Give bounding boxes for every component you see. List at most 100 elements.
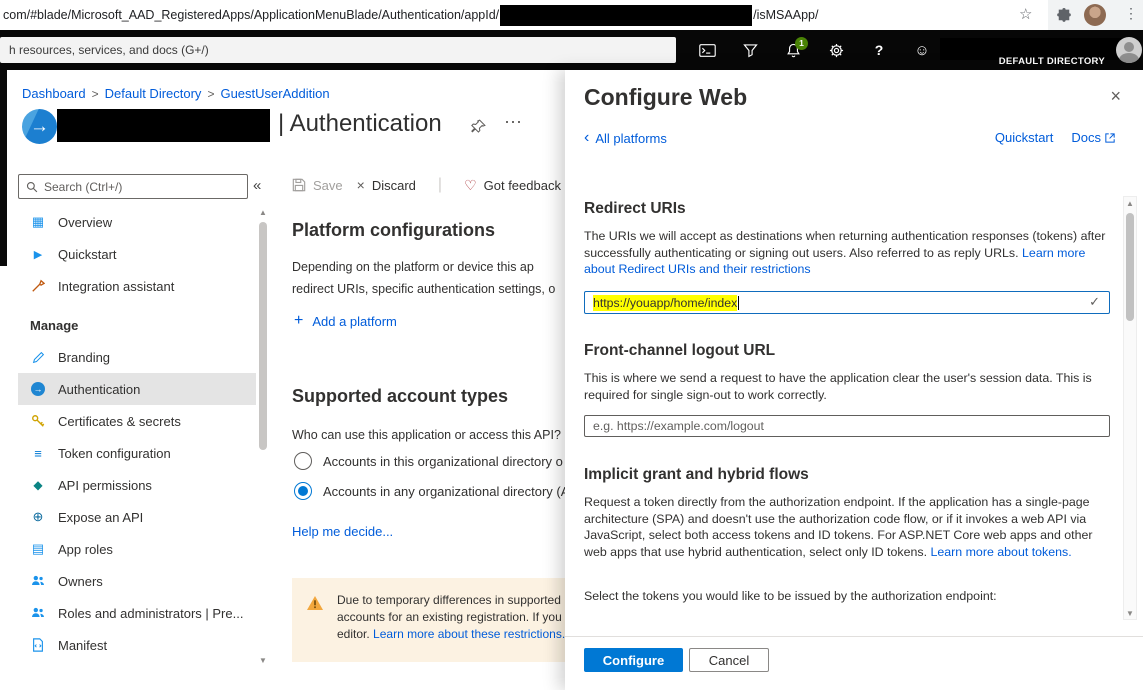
sidebar-item-branding[interactable]: Branding — [18, 341, 256, 373]
radio-icon[interactable] — [294, 482, 312, 500]
more-ellipsis-icon[interactable]: ⋯ — [504, 112, 522, 133]
sidebar-search-input[interactable]: Search (Ctrl+/) — [18, 174, 248, 199]
all-platforms-back-link[interactable]: ‹ All platforms — [584, 130, 667, 146]
sidebar-item-api-permissions[interactable]: ◆API permissions — [18, 469, 256, 501]
sidebar-collapse-button[interactable]: « — [253, 177, 261, 194]
feedback-button[interactable]: ♡ Got feedback — [464, 177, 561, 194]
expose-api-icon: ⊕ — [30, 509, 46, 525]
help-me-decide-link[interactable]: Help me decide... — [292, 524, 393, 539]
redacted-app-id — [500, 5, 752, 26]
plus-icon: + — [294, 312, 303, 330]
redirect-uri-input[interactable]: https://youapp/home/index ✓ — [584, 291, 1110, 314]
breadcrumb: Dashboard > Default Directory > GuestUserAdd… — [22, 86, 330, 101]
integration-assistant-icon — [30, 279, 46, 293]
radio-icon[interactable] — [294, 452, 312, 470]
quickstart-icon: ▶ — [30, 248, 46, 261]
save-button[interactable]: Save — [292, 178, 343, 193]
extensions-puzzle-icon[interactable] — [1057, 8, 1071, 27]
global-search-input[interactable]: h resources, services, and docs (G+/) — [0, 37, 676, 63]
front-channel-description: This is where we send a request to have … — [584, 370, 1108, 403]
scroll-up-icon[interactable]: ▲ — [1124, 197, 1136, 209]
panel-scrollbar[interactable]: ▲ ▼ — [1123, 196, 1137, 620]
sidebar-item-overview[interactable]: ▦Overview — [18, 206, 256, 238]
branding-icon — [30, 351, 46, 364]
breadcrumb-separator: > — [92, 87, 99, 101]
sidebar-item-roles-administrators[interactable]: Roles and administrators | Pre... — [18, 597, 256, 629]
tokens-learn-more-link[interactable]: Learn more about tokens. — [930, 545, 1071, 559]
owners-icon — [30, 574, 46, 588]
bookmark-star-icon[interactable]: ☆ — [1019, 5, 1032, 23]
valid-check-icon: ✓ — [1089, 294, 1100, 310]
overview-icon: ▦ — [30, 214, 46, 230]
command-bar: Save × Discard | ♡ Got feedback — [292, 176, 561, 194]
discard-button[interactable]: × Discard — [357, 177, 416, 193]
breadcrumb-default-directory[interactable]: Default Directory — [105, 86, 202, 101]
certificates-icon — [30, 414, 46, 428]
directories-filter-icon[interactable] — [741, 41, 759, 59]
panel-header-links: Quickstart Docs — [995, 130, 1115, 145]
breadcrumb-separator: > — [207, 87, 214, 101]
account-avatar[interactable] — [1116, 37, 1142, 63]
scroll-up-icon[interactable]: ▲ — [257, 206, 269, 218]
left-edge-redaction — [0, 70, 7, 266]
implicit-grant-description: Request a token directly from the author… — [584, 494, 1108, 560]
quickstart-link[interactable]: Quickstart — [995, 130, 1054, 145]
logout-url-input[interactable] — [584, 415, 1110, 437]
app-logo-icon: → — [22, 109, 57, 144]
page-title: | Authentication — [278, 110, 442, 138]
topbar-icon-group: 1 ? ☺ — [698, 30, 931, 70]
settings-gear-icon[interactable] — [827, 41, 845, 59]
notifications-bell-icon[interactable]: 1 — [784, 41, 802, 59]
scroll-down-icon[interactable]: ▼ — [257, 654, 269, 666]
app-roles-icon: ▤ — [30, 541, 46, 557]
radio-multitenant[interactable]: Accounts in any organizational directory… — [294, 482, 569, 500]
sidebar-item-expose-api[interactable]: ⊕Expose an API — [18, 501, 256, 533]
redacted-app-name — [57, 109, 270, 142]
browser-toolbar: com/#blade/Microsoft_AAD_RegisteredApps/… — [0, 0, 1143, 30]
redirect-uri-value: https://youapp/home/index — [593, 295, 737, 311]
api-permissions-icon: ◆ — [30, 478, 46, 492]
command-separator: | — [438, 176, 442, 194]
radio-single-tenant[interactable]: Accounts in this organizational director… — [294, 452, 563, 470]
scroll-down-icon[interactable]: ▼ — [1124, 607, 1136, 619]
platform-configurations-title: Platform configurations — [292, 220, 495, 241]
panel-scroll-thumb[interactable] — [1126, 213, 1134, 321]
sidebar-item-token-configuration[interactable]: ≡Token configuration — [18, 437, 256, 469]
azure-top-bar: h resources, services, and docs (G+/) 1 … — [0, 30, 1143, 70]
authentication-icon: → — [30, 382, 46, 396]
add-platform-button[interactable]: + Add a platform — [294, 312, 397, 330]
sidebar-menu: ▦Overview▶QuickstartIntegration assistan… — [18, 206, 256, 661]
sidebar-item-owners[interactable]: Owners — [18, 565, 256, 597]
sidebar-scrollbar[interactable]: ▲ ▼ — [257, 206, 269, 666]
configure-web-panel: Configure Web × ‹ All platforms Quicksta… — [565, 70, 1143, 690]
help-icon[interactable]: ? — [870, 41, 888, 59]
docs-link[interactable]: Docs — [1071, 130, 1115, 145]
sidebar-item-integration-assistant[interactable]: Integration assistant — [18, 270, 256, 302]
sidebar-item-quickstart[interactable]: ▶Quickstart — [18, 238, 256, 270]
redirect-uris-description: The URIs we will accept as destinations … — [584, 228, 1108, 278]
browser-profile-avatar[interactable] — [1084, 4, 1106, 26]
manifest-icon — [30, 638, 46, 652]
pin-icon[interactable] — [471, 119, 486, 139]
search-icon — [26, 181, 38, 193]
warning-learn-more-link[interactable]: Learn more about these restrictions. — [373, 627, 565, 641]
browser-address-bar[interactable]: com/#blade/Microsoft_AAD_RegisteredApps/… — [0, 0, 1048, 30]
breadcrumb-dashboard[interactable]: Dashboard — [22, 86, 86, 101]
select-tokens-label: Select the tokens you would like to be i… — [584, 588, 1108, 605]
cancel-button[interactable]: Cancel — [689, 648, 769, 672]
sidebar-scroll-thumb[interactable] — [259, 222, 267, 450]
url-text-prefix: com/#blade/Microsoft_AAD_RegisteredApps/… — [3, 8, 499, 22]
token-configuration-icon: ≡ — [30, 446, 46, 461]
cloud-shell-icon[interactable] — [698, 41, 716, 59]
sidebar-item-certificates[interactable]: Certificates & secrets — [18, 405, 256, 437]
close-icon[interactable]: × — [1110, 86, 1121, 107]
roles-administrators-icon — [30, 606, 46, 620]
sidebar-item-authentication[interactable]: →Authentication — [18, 373, 256, 405]
account-types-question: Who can use this application or access t… — [292, 428, 561, 442]
sidebar-item-manifest[interactable]: Manifest — [18, 629, 256, 661]
sidebar-item-app-roles[interactable]: ▤App roles — [18, 533, 256, 565]
configure-button[interactable]: Configure — [584, 648, 683, 672]
breadcrumb-guestuseraddition[interactable]: GuestUserAddition — [220, 86, 329, 101]
browser-menu-dots-icon[interactable]: ⋮ — [1124, 5, 1138, 22]
feedback-smiley-icon[interactable]: ☺ — [913, 41, 931, 59]
